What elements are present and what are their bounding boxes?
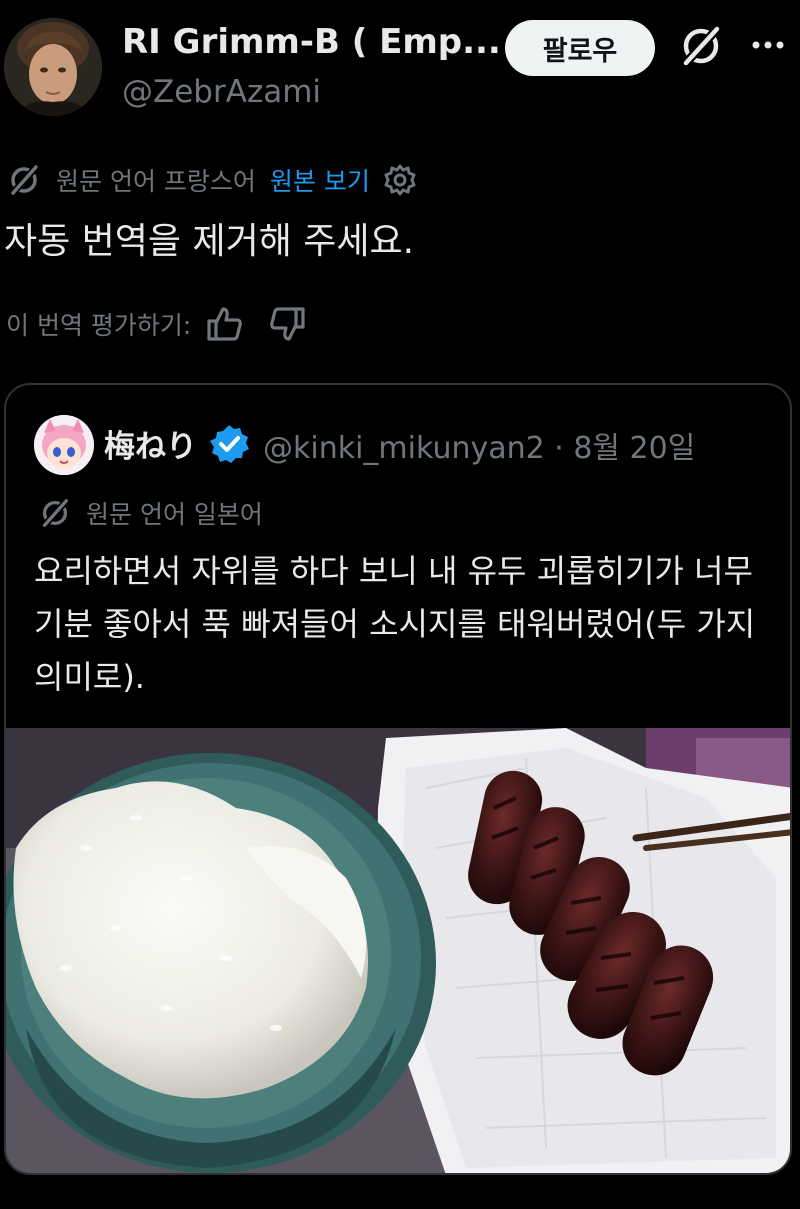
translate-icon (9, 163, 40, 197)
grok-slash-icon[interactable] (677, 22, 725, 70)
quoted-tweet-card[interactable]: 梅ねり @kinki_mikunyan2 · 8월 20일 원문 언어 일본어 … (4, 383, 792, 1175)
quoted-translation-info: 원문 언어 일본어 (38, 493, 263, 533)
quoted-tweet-text: 요리하면서 자위를 하다 보니 내 유두 괴롭히기가 너무 기분 좋아서 푹 빠… (34, 552, 756, 696)
translation-rating-row: 이 번역 평가하기: (6, 302, 329, 346)
more-dots-icon[interactable] (748, 30, 788, 60)
quoted-avatar[interactable] (34, 415, 94, 475)
verified-badge-icon (210, 425, 249, 463)
translation-info-row: 원문 언어 프랑스어 원본 보기 (6, 160, 418, 200)
follow-button[interactable]: 팔로우 (505, 20, 655, 76)
rate-translation-label: 이 번역 평가하기: (6, 311, 192, 340)
author-display-name[interactable]: RI Grimm-B ( Emp... (122, 22, 501, 62)
author-handle[interactable]: @ZebrAzami (122, 74, 321, 110)
avatar[interactable] (4, 18, 102, 116)
quoted-display-name[interactable]: 梅ねり (104, 421, 197, 466)
gear-icon[interactable] (382, 162, 418, 198)
translate-icon (41, 497, 70, 529)
original-language-label: 원문 언어 프랑스어 (56, 167, 256, 196)
food-photo[interactable] (6, 728, 792, 1175)
tweet-text: 자동 번역을 제거해 주세요. (4, 221, 415, 262)
view-original-link[interactable]: 원본 보기 (270, 162, 370, 198)
thumbs-down-icon[interactable] (267, 304, 307, 344)
quoted-original-language-label: 원문 언어 일본어 (86, 500, 263, 529)
quoted-handle-date[interactable]: @kinki_mikunyan2 · 8월 20일 (263, 423, 695, 467)
thumbs-up-icon[interactable] (205, 304, 245, 344)
